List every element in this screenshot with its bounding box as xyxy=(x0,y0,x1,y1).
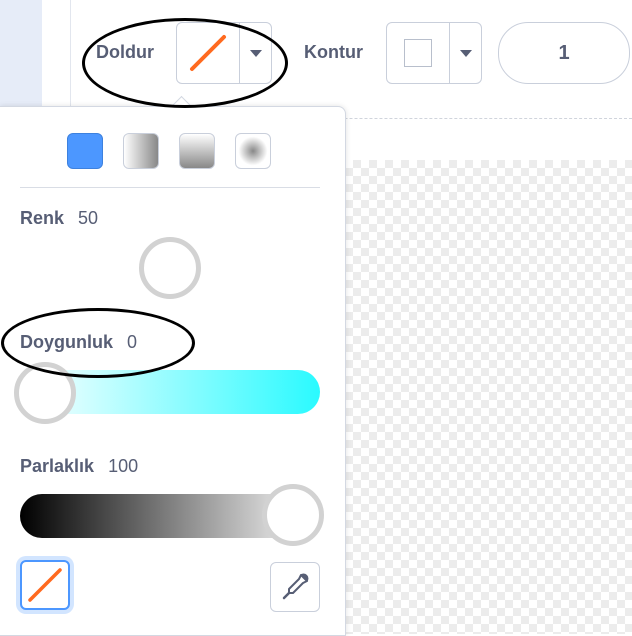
color-slider-handle[interactable] xyxy=(139,237,201,299)
eyedropper-icon xyxy=(282,573,309,600)
outline-label: Kontur xyxy=(304,42,363,62)
outline-dropdown-toggle[interactable] xyxy=(450,23,481,83)
gradient-solid-button[interactable] xyxy=(67,133,103,169)
saturation-label: Doygunluk xyxy=(20,332,113,352)
chevron-down-icon xyxy=(249,49,262,57)
fill-color-dropdown[interactable] xyxy=(176,22,272,84)
outline-color-dropdown[interactable] xyxy=(386,22,482,84)
fill-dropdown-toggle[interactable] xyxy=(240,23,271,83)
brightness-value: 100 xyxy=(108,456,139,476)
outline-width-input[interactable]: 1 xyxy=(498,22,630,84)
color-slider-label: Renk 50 xyxy=(20,208,98,229)
brightness-slider-label: Parlaklık 100 xyxy=(20,456,138,477)
gradient-vertical-button[interactable] xyxy=(179,133,215,169)
gradient-horizontal-button[interactable] xyxy=(123,133,159,169)
brightness-label: Parlaklık xyxy=(20,456,95,476)
outline-color-swatch[interactable] xyxy=(387,23,450,83)
popover-divider xyxy=(20,187,320,188)
color-value: 50 xyxy=(78,208,99,228)
fill-color-swatch[interactable] xyxy=(177,23,240,83)
brightness-slider-handle[interactable] xyxy=(262,484,324,546)
paint-canvas[interactable] xyxy=(345,160,632,634)
chevron-down-icon xyxy=(459,49,472,57)
saturation-slider-handle[interactable] xyxy=(14,362,76,424)
fill-label: Doldur xyxy=(96,42,154,62)
saturation-value: 0 xyxy=(127,332,138,352)
swap-colors-button[interactable] xyxy=(20,560,70,610)
saturation-slider-label: Doygunluk 0 xyxy=(20,332,137,353)
color-label: Renk xyxy=(20,208,65,228)
diagonal-line-icon xyxy=(28,568,62,602)
diagonal-line-icon xyxy=(190,35,226,71)
eyedropper-button[interactable] xyxy=(270,562,320,612)
empty-square-icon xyxy=(404,39,432,67)
gradient-radial-button[interactable] xyxy=(235,133,271,169)
